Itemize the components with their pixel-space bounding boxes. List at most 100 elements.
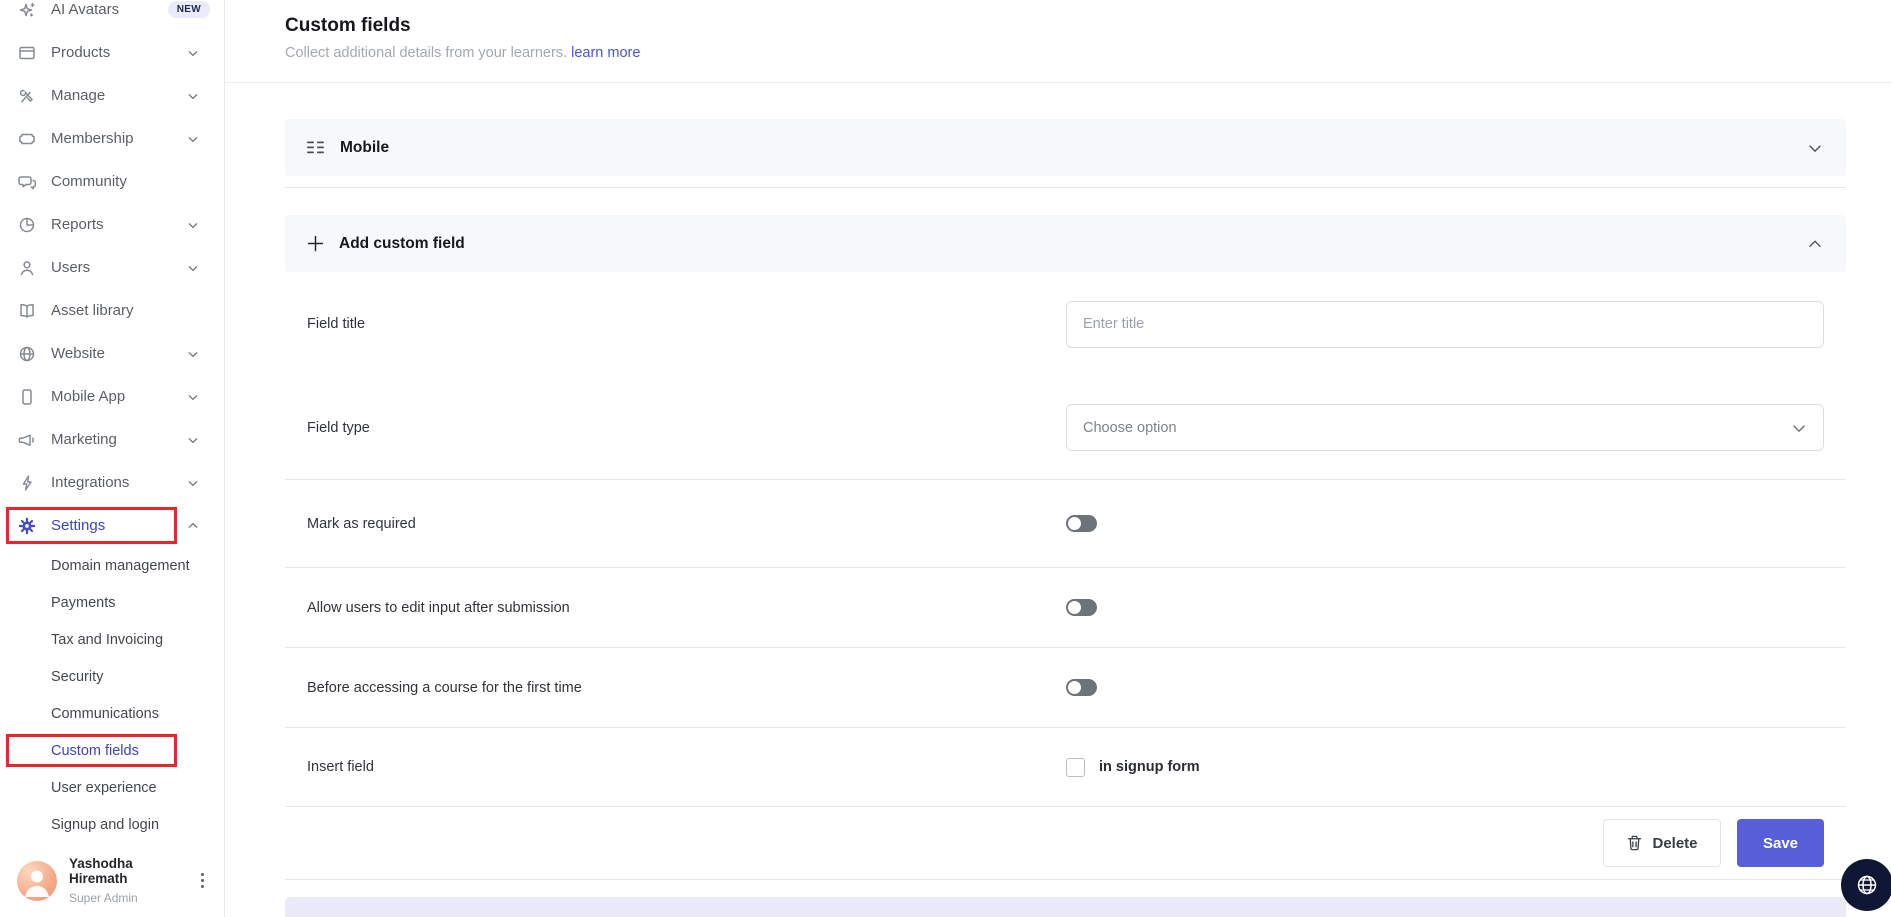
sub-item-label: Payments bbox=[51, 594, 116, 611]
sidebar-item-reports[interactable]: Reports bbox=[0, 203, 224, 246]
sidebar-item-label: Manage bbox=[51, 87, 106, 104]
sub-item-label: Domain management bbox=[51, 557, 190, 574]
megaphone-icon bbox=[17, 430, 37, 450]
sidebar-item-users[interactable]: Users bbox=[0, 246, 224, 289]
sidebar-item-label: Asset library bbox=[51, 302, 134, 319]
sidebar-item-custom-fields[interactable]: Custom fields bbox=[0, 732, 224, 769]
sub-item-label: Security bbox=[51, 668, 104, 685]
pie-chart-icon bbox=[17, 215, 37, 235]
sidebar-item-ai-avatars[interactable]: AI Avatars NEW bbox=[0, 0, 224, 31]
gear-icon bbox=[17, 516, 37, 536]
delete-button-label: Delete bbox=[1652, 834, 1698, 852]
kebab-menu-icon[interactable] bbox=[194, 870, 210, 892]
avatar bbox=[17, 860, 57, 901]
sparkle-icon bbox=[17, 0, 37, 20]
sidebar: AI Avatars NEW Products Manage Membershi… bbox=[0, 0, 225, 917]
allow-edit-row: Allow users to edit input after submissi… bbox=[285, 568, 1846, 648]
user-role: Super Admin bbox=[69, 891, 138, 905]
allow-edit-label: Allow users to edit input after submissi… bbox=[307, 599, 570, 616]
custom-fields-panel: Mobile Add custom field Field title Ente… bbox=[225, 119, 1891, 917]
section-header-mobile[interactable]: Mobile bbox=[285, 119, 1846, 176]
mark-as-required-toggle[interactable] bbox=[1066, 515, 1097, 532]
sidebar-item-label: Marketing bbox=[51, 431, 117, 448]
chat-icon bbox=[17, 172, 37, 192]
allow-edit-toggle[interactable] bbox=[1066, 599, 1097, 616]
phone-icon bbox=[17, 387, 37, 407]
sidebar-item-label: Membership bbox=[51, 130, 134, 147]
field-type-select[interactable]: Choose option bbox=[1066, 404, 1824, 451]
section-label: Mobile bbox=[340, 138, 390, 156]
globe-icon bbox=[17, 344, 37, 364]
field-type-selected-value: Choose option bbox=[1083, 419, 1177, 436]
sidebar-item-label: Integrations bbox=[51, 474, 130, 491]
chevron-down-icon bbox=[1790, 419, 1808, 437]
sidebar-item-website[interactable]: Website bbox=[0, 332, 224, 375]
chevron-down-icon bbox=[185, 346, 201, 362]
sidebar-item-products[interactable]: Products bbox=[0, 31, 224, 74]
divider bbox=[285, 187, 1846, 188]
sidebar-item-mobile-app[interactable]: Mobile App bbox=[0, 375, 224, 418]
sidebar-item-settings[interactable]: Settings bbox=[0, 504, 224, 547]
sidebar-item-marketing[interactable]: Marketing bbox=[0, 418, 224, 461]
user-meta: Yashodha Hiremath Super Admin bbox=[69, 856, 194, 905]
section-header-add-custom-field[interactable]: Add custom field bbox=[285, 215, 1846, 272]
sidebar-item-integrations[interactable]: Integrations bbox=[0, 461, 224, 504]
in-signup-form-checkbox[interactable] bbox=[1066, 757, 1085, 777]
globe-icon bbox=[1854, 872, 1880, 898]
sidebar-item-label: Community bbox=[51, 173, 127, 190]
sub-item-label: Custom fields bbox=[51, 742, 139, 759]
sidebar-item-domain-management[interactable]: Domain management bbox=[0, 547, 224, 584]
learn-more-link[interactable]: learn more bbox=[571, 45, 640, 61]
field-title-label: Field title bbox=[307, 316, 366, 332]
sidebar-item-asset-library[interactable]: Asset library bbox=[0, 289, 224, 332]
chevron-down-icon bbox=[185, 88, 201, 104]
sidebar-item-manage[interactable]: Manage bbox=[0, 74, 224, 117]
sidebar-item-payments[interactable]: Payments bbox=[0, 584, 224, 621]
insert-field-label: Insert field bbox=[307, 759, 374, 775]
sidebar-item-label: Settings bbox=[51, 517, 106, 534]
sidebar-nav: AI Avatars NEW Products Manage Membershi… bbox=[0, 0, 224, 843]
sidebar-item-label: Users bbox=[51, 259, 91, 276]
mark-as-required-label: Mark as required bbox=[307, 515, 416, 532]
chevron-down-icon bbox=[185, 260, 201, 276]
sidebar-item-community[interactable]: Community bbox=[0, 160, 224, 203]
sidebar-item-label: Mobile App bbox=[51, 388, 126, 405]
field-title-input[interactable] bbox=[1066, 300, 1824, 348]
sidebar-item-signup-and-login[interactable]: Signup and login bbox=[0, 806, 224, 843]
user-profile[interactable]: Yashodha Hiremath Super Admin bbox=[0, 856, 224, 905]
chevron-down-icon bbox=[185, 475, 201, 491]
drag-handle-icon[interactable] bbox=[307, 141, 325, 154]
chevron-down-icon bbox=[185, 217, 201, 233]
tools-icon bbox=[17, 86, 37, 106]
before-accessing-toggle[interactable] bbox=[1066, 679, 1097, 696]
chevron-down-icon bbox=[185, 389, 201, 405]
mark-as-required-row: Mark as required bbox=[285, 480, 1846, 568]
section-label: Add custom field bbox=[339, 234, 465, 252]
in-signup-form-label: in signup form bbox=[1099, 759, 1200, 775]
sidebar-item-security[interactable]: Security bbox=[0, 658, 224, 695]
plus-icon bbox=[307, 235, 324, 252]
sidebar-item-membership[interactable]: Membership bbox=[0, 117, 224, 160]
save-button[interactable]: Save bbox=[1737, 819, 1824, 867]
page-header: Custom fields Collect additional details… bbox=[225, 0, 1891, 83]
lightning-icon bbox=[17, 473, 37, 493]
form-actions: Delete Save bbox=[285, 807, 1846, 879]
chevron-down-icon bbox=[185, 131, 201, 147]
box-icon bbox=[17, 43, 37, 63]
sidebar-item-label: Website bbox=[51, 345, 105, 362]
sidebar-item-tax-and-invoicing[interactable]: Tax and Invoicing bbox=[0, 621, 224, 658]
chevron-down-icon bbox=[1806, 139, 1824, 157]
page-subtitle-text: Collect additional details from your lea… bbox=[285, 45, 568, 61]
sidebar-item-user-experience[interactable]: User experience bbox=[0, 769, 224, 806]
app-window: AI Avatars NEW Products Manage Membershi… bbox=[0, 0, 1891, 917]
new-badge: NEW bbox=[167, 1, 210, 18]
delete-button[interactable]: Delete bbox=[1603, 819, 1721, 867]
book-icon bbox=[17, 301, 37, 321]
chevron-down-icon bbox=[185, 45, 201, 61]
ticket-icon bbox=[17, 129, 37, 149]
language-globe-fab[interactable] bbox=[1841, 859, 1891, 911]
trash-icon bbox=[1626, 834, 1643, 852]
sidebar-item-label: Products bbox=[51, 44, 111, 61]
sidebar-item-communications[interactable]: Communications bbox=[0, 695, 224, 732]
main-content: Custom fields Collect additional details… bbox=[225, 0, 1891, 917]
